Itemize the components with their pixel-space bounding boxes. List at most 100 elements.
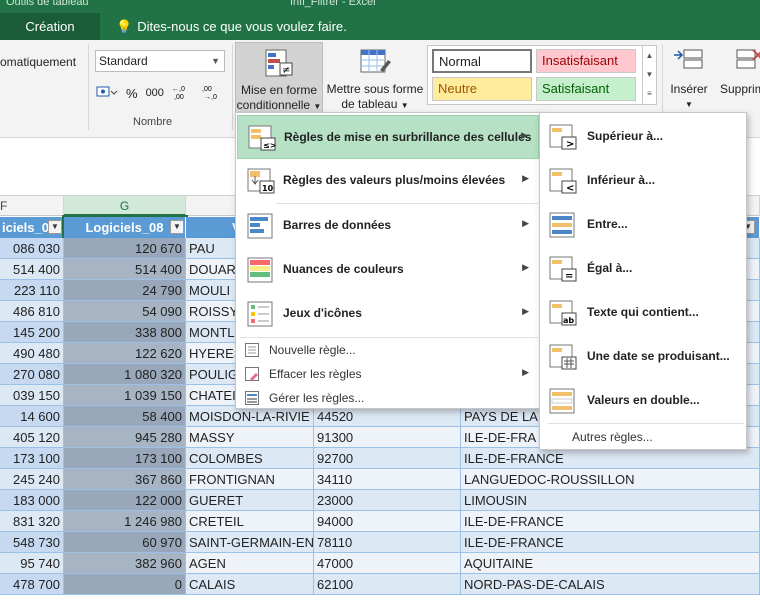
format-as-table-button[interactable]: Mettre sous forme de tableau ▼: [325, 42, 425, 116]
thousands-button[interactable]: 000: [146, 87, 164, 99]
table-cell[interactable]: AQUITAINE: [461, 553, 760, 574]
decrease-decimal-button[interactable]: ,00 →,0: [202, 84, 224, 103]
table-cell[interactable]: 405 120: [0, 427, 64, 448]
table-cell[interactable]: 486 810: [0, 301, 64, 322]
table-cell[interactable]: 1 080 320: [64, 364, 186, 385]
table-cell[interactable]: 78110: [314, 532, 461, 553]
table-cell[interactable]: 245 240: [0, 469, 64, 490]
table-cell[interactable]: COLOMBES: [186, 448, 314, 469]
increase-decimal-button[interactable]: ←,0,00: [172, 84, 194, 103]
table-cell[interactable]: 92700: [314, 448, 461, 469]
delete-button[interactable]: Supprime: [720, 42, 760, 116]
column-header-g[interactable]: G: [64, 196, 186, 216]
table-cell[interactable]: 44520: [314, 406, 461, 427]
table-cell[interactable]: 367 860: [64, 469, 186, 490]
submenu-item-more-rules[interactable]: Autres règles...: [572, 430, 653, 444]
table-cell[interactable]: 62100: [314, 574, 461, 595]
table-cell[interactable]: 548 730: [0, 532, 64, 553]
menu-item-highlight-rules[interactable]: ≤> Règles de mise en surbrillance des ce…: [237, 115, 539, 159]
submenu-item-between[interactable]: Entre...: [541, 203, 746, 247]
style-bad[interactable]: Insatisfaisant: [536, 49, 636, 73]
menu-item-manage-rules[interactable]: Gérer les règles...: [237, 387, 539, 409]
menu-item-top-bottom-rules[interactable]: 10 Règles des valeurs plus/moins élevées…: [237, 159, 539, 203]
table-cell[interactable]: 23000: [314, 490, 461, 511]
submenu-item-greater-than[interactable]: > Supérieur à...: [541, 115, 746, 159]
table-cell[interactable]: AGEN: [186, 553, 314, 574]
table-cell[interactable]: 173 100: [0, 448, 64, 469]
column-header-f[interactable]: F: [0, 196, 64, 216]
table-cell[interactable]: 14 600: [0, 406, 64, 427]
table-cell[interactable]: 1 039 150: [64, 385, 186, 406]
submenu-item-duplicates[interactable]: Valeurs en double...: [541, 379, 746, 423]
table-cell[interactable]: 490 480: [0, 343, 64, 364]
filter-dropdown-icon[interactable]: ▼: [170, 220, 184, 234]
table-cell[interactable]: 120 670: [64, 238, 186, 259]
table-cell[interactable]: 54 090: [64, 301, 186, 322]
table-cell[interactable]: MASSY: [186, 427, 314, 448]
table-cell[interactable]: 173 100: [64, 448, 186, 469]
table-cell[interactable]: 478 700: [0, 574, 64, 595]
submenu-item-equal-to[interactable]: = Égal à...: [541, 247, 746, 291]
table-cell[interactable]: ILE-DE-FRANCE: [461, 532, 760, 553]
style-normal[interactable]: Normal: [432, 49, 532, 73]
table-cell[interactable]: 086 030: [0, 238, 64, 259]
table-cell[interactable]: 270 080: [0, 364, 64, 385]
table-cell[interactable]: 382 960: [64, 553, 186, 574]
table-cell[interactable]: 514 400: [64, 259, 186, 280]
table-cell[interactable]: 145 200: [0, 322, 64, 343]
table-cell[interactable]: 223 110: [0, 280, 64, 301]
table-cell[interactable]: 47000: [314, 553, 461, 574]
gallery-down-icon[interactable]: ▼: [643, 65, 656, 84]
percent-button[interactable]: %: [126, 86, 138, 101]
filter-dropdown-icon[interactable]: ▼: [48, 220, 62, 234]
table-cell[interactable]: CRETEIL: [186, 511, 314, 532]
table-cell[interactable]: GUERET: [186, 490, 314, 511]
number-format-select[interactable]: Standard ▼: [95, 50, 225, 72]
table-cell[interactable]: 039 150: [0, 385, 64, 406]
table-cell[interactable]: 183 000: [0, 490, 64, 511]
menu-item-data-bars[interactable]: Barres de données ▶: [237, 204, 539, 248]
insert-button[interactable]: Insérer ▼: [666, 42, 712, 116]
gallery-up-icon[interactable]: ▲: [643, 46, 656, 65]
currency-button[interactable]: [96, 85, 118, 102]
table-cell[interactable]: 945 280: [64, 427, 186, 448]
table-cell[interactable]: 95 740: [0, 553, 64, 574]
table-header-cell[interactable]: iciels_08 ▼: [0, 217, 64, 238]
table-cell[interactable]: 338 800: [64, 322, 186, 343]
table-cell[interactable]: NORD-PAS-DE-CALAIS: [461, 574, 760, 595]
table-cell[interactable]: LIMOUSIN: [461, 490, 760, 511]
menu-item-color-scales[interactable]: Nuances de couleurs ▶: [237, 248, 539, 292]
conditional-format-button[interactable]: ≠ Mise en forme conditionnelle ▼: [235, 42, 323, 116]
menu-item-new-rule[interactable]: Nouvelle règle...: [237, 339, 539, 361]
table-header-cell[interactable]: Logiciels_08 ▼: [62, 215, 188, 240]
table-cell[interactable]: 122 620: [64, 343, 186, 364]
table-cell[interactable]: 60 970: [64, 532, 186, 553]
style-neutral[interactable]: Neutre: [432, 77, 532, 101]
submenu-item-less-than[interactable]: < Inférieur à...: [541, 159, 746, 203]
table-cell[interactable]: FRONTIGNAN: [186, 469, 314, 490]
table-cell[interactable]: 1 246 980: [64, 511, 186, 532]
gallery-more-icon[interactable]: ≡: [643, 84, 656, 103]
submenu-item-date-occurring[interactable]: Une date se produisant...: [541, 335, 746, 379]
table-cell[interactable]: MOISDON-LA-RIVIE: [186, 406, 314, 427]
table-cell[interactable]: ILE-DE-FRANCE: [461, 511, 760, 532]
table-cell[interactable]: 122 000: [64, 490, 186, 511]
table-cell[interactable]: 514 400: [0, 259, 64, 280]
menu-item-clear-rules[interactable]: Effacer les règles ▶: [237, 363, 539, 385]
table-cell[interactable]: CALAIS: [186, 574, 314, 595]
table-cell[interactable]: 94000: [314, 511, 461, 532]
table-cell[interactable]: 34110: [314, 469, 461, 490]
submenu-item-text-contains[interactable]: ab Texte qui contient...: [541, 291, 746, 335]
table-cell[interactable]: LANGUEDOC-ROUSSILLON: [461, 469, 760, 490]
menu-item-icon-sets[interactable]: Jeux d'icônes ▶: [237, 292, 539, 336]
table-cell[interactable]: 24 790: [64, 280, 186, 301]
tell-me-box[interactable]: 💡 Dites-nous ce que vous voulez faire.: [116, 13, 347, 40]
style-good[interactable]: Satisfaisant: [536, 77, 636, 101]
table-cell[interactable]: SAINT-GERMAIN-EN: [186, 532, 314, 553]
table-cell[interactable]: 58 400: [64, 406, 186, 427]
tab-creation[interactable]: Création: [0, 13, 100, 40]
table-cell[interactable]: 0: [64, 574, 186, 595]
wrap-text-button[interactable]: omatiquement: [0, 55, 76, 69]
table-cell[interactable]: ILE-DE-FRANCE: [461, 448, 760, 469]
gallery-scroll[interactable]: ▲ ▼ ≡: [642, 46, 656, 104]
